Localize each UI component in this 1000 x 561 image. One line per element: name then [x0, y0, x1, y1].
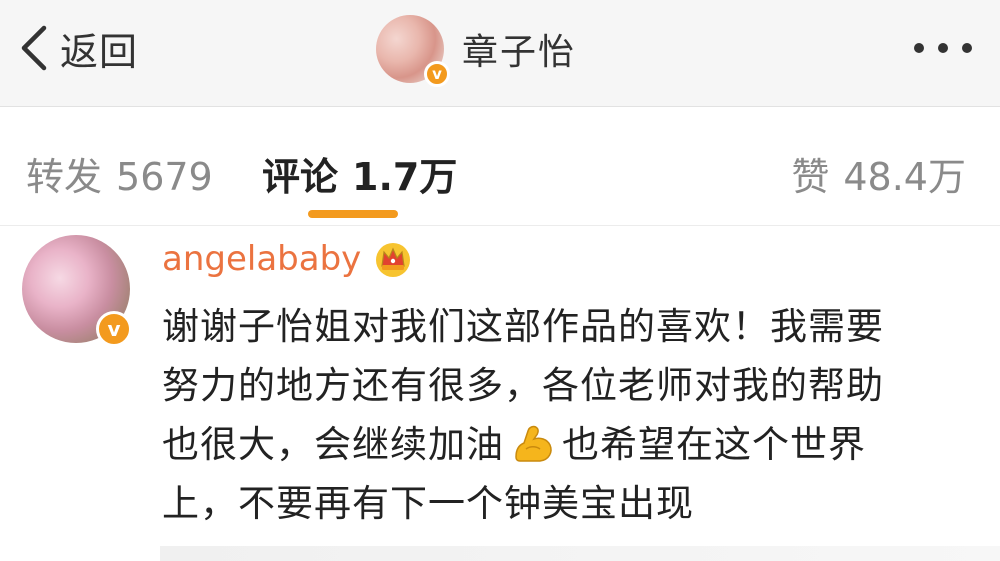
tab-repost[interactable]: 转发 5679: [26, 146, 213, 201]
comment-text: 谢谢子怡姐对我们这部作品的喜欢！我需要 努力的地方还有很多，各位老师对我的帮助 …: [162, 297, 982, 533]
tab-like[interactable]: 赞 48.4万: [791, 146, 966, 201]
tab-comment-label: 评论: [262, 155, 339, 199]
page-title[interactable]: 章子怡: [462, 23, 576, 75]
flexed-biceps-icon: [515, 425, 552, 462]
crown-icon: [376, 243, 411, 277]
commenter-name: angelababy: [162, 239, 362, 279]
verified-badge-icon: v: [96, 311, 132, 347]
more-dot: [962, 43, 972, 53]
comment-line: 谢谢子怡姐对我们这部作品的喜欢！我需要: [162, 305, 884, 348]
profile-header[interactable]: v 章子怡: [376, 14, 576, 87]
comment-line: 也很大，会继续加油 也希望在这个世界: [162, 415, 982, 474]
tab-like-label: 赞: [791, 155, 830, 199]
comment-item: v angelababy 谢谢子怡姐对我们这部作品的喜欢！我需要 努力的地方还有…: [0, 227, 1000, 561]
comment-line: 努力的地方还有很多，各位老师对我的帮助: [162, 364, 884, 407]
back-label: 返回: [60, 29, 139, 74]
commenter-name-link[interactable]: angelababy: [162, 239, 413, 279]
chevron-left-icon: [21, 25, 47, 71]
commenter-avatar[interactable]: v: [22, 235, 132, 347]
tab-repost-count: 5679: [116, 155, 213, 199]
top-nav-bar: 返回 v 章子怡: [0, 0, 1000, 107]
next-item-edge: [160, 546, 1000, 561]
comment-line-part: 也很大，会继续加油: [162, 423, 504, 466]
verified-badge-icon: v: [424, 61, 450, 87]
comment-line-part: 也希望在这个世界: [562, 423, 866, 466]
more-dot: [938, 43, 948, 53]
avatar[interactable]: v: [376, 15, 450, 87]
more-options-icon[interactable]: [914, 43, 972, 53]
tab-repost-label: 转发: [26, 155, 103, 199]
comment-line: 上，不要再有下一个钟美宝出现: [162, 482, 694, 525]
more-dot: [914, 43, 924, 53]
tab-bar: 转发 5679 评论 1.7万 赞 48.4万: [0, 128, 1000, 226]
tab-like-count: 48.4万: [843, 155, 966, 199]
tab-comment-count: 1.7万: [352, 155, 458, 199]
section-gap: [0, 108, 1000, 128]
back-button[interactable]: 返回: [14, 22, 138, 74]
active-tab-indicator: [308, 210, 398, 218]
tab-comment[interactable]: 评论 1.7万: [262, 146, 457, 201]
